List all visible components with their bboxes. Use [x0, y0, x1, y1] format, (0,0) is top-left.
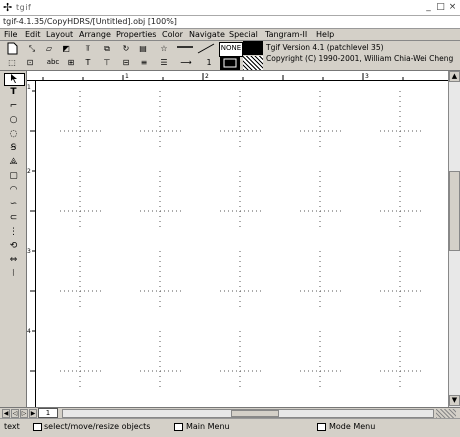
ruler-top: 1 2 3 — [27, 71, 448, 81]
polygon-tool-icon[interactable]: ⟁ — [4, 157, 23, 168]
left-mouse-message: select/move/resize objects — [44, 422, 151, 431]
toolbar: ⤡ ▱ ◩ ⫪ ⧉ ↻ ▤ ☆ NONE ⬚ ⊡ abc ⊞ T ⊤ ⊟ ≡ ☰… — [0, 41, 460, 71]
scroll-down-icon[interactable]: ▼ — [449, 395, 460, 406]
canvas-grid — [60, 91, 422, 391]
horizontal-scrollbar[interactable] — [62, 409, 434, 418]
menu-navigate[interactable]: Navigate — [189, 30, 225, 40]
rectangle-tool-icon[interactable]: ⌐ — [4, 101, 23, 112]
menu-layout[interactable]: Layout — [46, 30, 73, 40]
first-page-icon[interactable]: ◀ — [2, 409, 10, 418]
right-mouse-message: Mode Menu — [329, 422, 376, 431]
connect-icon[interactable]: ⤡ — [24, 42, 40, 55]
title-bar: ✢ tgif _ □ × — [0, 0, 460, 16]
dash-style-icon[interactable] — [176, 42, 194, 55]
text-size-icon[interactable]: ⊤ — [99, 56, 115, 69]
arc-tool-icon[interactable]: ◠ — [4, 185, 23, 196]
file-path: tgif-4.1.35/CopyHDRS/[Untitled].obj [100… — [0, 16, 460, 29]
round-rect-tool-icon[interactable]: ▢ — [4, 171, 23, 182]
menu-file[interactable]: File — [4, 30, 17, 40]
pen-none-selector[interactable]: NONE — [219, 42, 243, 57]
mode-indicator: text — [4, 422, 20, 431]
next-page-icon[interactable]: ▷ — [20, 409, 28, 418]
horizontal-scroll-thumb[interactable] — [231, 410, 279, 417]
menu-properties[interactable]: Properties — [116, 30, 156, 40]
arrow-style-icon[interactable]: ⟶ — [176, 56, 196, 69]
line-style-icon[interactable] — [197, 42, 215, 55]
ruler-left-label: 3 — [27, 248, 31, 255]
middle-mouse-message: Main Menu — [186, 422, 230, 431]
align-left-icon[interactable]: ⫪ — [80, 42, 96, 55]
mouse-middle-icon — [174, 423, 183, 431]
select-all-icon[interactable]: ⬚ — [4, 56, 20, 69]
justify-left-icon[interactable]: ≡ — [136, 56, 152, 69]
line-width-value[interactable]: 1 — [201, 56, 217, 69]
text-font-button[interactable]: abc — [42, 56, 64, 69]
fill-none-icon[interactable] — [220, 56, 240, 70]
vertical-scrollbar[interactable]: ▲ ▼ — [448, 71, 460, 407]
menu-help[interactable]: Help — [316, 30, 334, 40]
fill-pattern-icon[interactable]: ▤ — [135, 42, 151, 55]
ruler-left-label: 2 — [27, 168, 31, 175]
select-arrow-icon[interactable] — [4, 73, 25, 86]
minimize-button[interactable]: _ — [423, 2, 434, 13]
ruler-left: 1 2 3 4 — [27, 81, 36, 407]
text-style-icon[interactable]: ⊞ — [63, 56, 79, 69]
scroll-up-icon[interactable]: ▲ — [449, 71, 460, 82]
vertex-tool-icon[interactable]: ⋮ — [4, 227, 23, 238]
menu-tangram[interactable]: Tangram-II — [265, 30, 307, 40]
menu-arrange[interactable]: Arrange — [79, 30, 111, 40]
vspace-icon[interactable]: ⊟ — [118, 56, 134, 69]
oval-radius-tool-icon[interactable]: ◌ — [4, 129, 23, 140]
vertical-scroll-thumb[interactable] — [449, 171, 460, 251]
ruler-top-label: 1 — [125, 73, 129, 80]
page-tab[interactable]: 1 — [38, 408, 58, 418]
drawing-canvas[interactable] — [36, 81, 448, 407]
window-title: tgif — [16, 3, 32, 12]
oval-tool-icon[interactable]: ○ — [4, 115, 23, 126]
app-icon[interactable]: ✢ — [3, 1, 12, 14]
align-icon[interactable]: ⊡ — [22, 56, 38, 69]
text-tool-icon[interactable]: T — [4, 87, 23, 98]
version-message: Tgif Version 4.1 (patchlevel 35) — [266, 43, 384, 52]
bezier-tool-icon[interactable]: ⦚ — [4, 269, 23, 280]
new-file-icon[interactable] — [4, 42, 20, 55]
ruler-left-label: 1 — [27, 84, 31, 91]
bring-front-icon[interactable]: ⧉ — [99, 42, 115, 55]
prev-page-icon[interactable]: ◁ — [11, 409, 19, 418]
ruler-top-label: 3 — [365, 73, 369, 80]
status-bar: text select/move/resize objects Main Men… — [0, 418, 460, 437]
justify-center-icon[interactable]: ☰ — [156, 56, 172, 69]
menu-color[interactable]: Color — [162, 30, 183, 40]
ruler-left-label: 4 — [27, 328, 31, 335]
tool-palette: T ⌐ ○ ◌ Ꞩ ⟁ ▢ ◠ ∽ ⊂ ⋮ ⟲ ⇔ ⦚ — [0, 71, 27, 407]
text-justify-icon[interactable]: T — [80, 56, 96, 69]
copyright-message: Copyright (C) 1990-2001, William Chia-We… — [266, 54, 454, 63]
spline-tool-icon[interactable]: ∽ — [4, 199, 23, 210]
star-icon[interactable]: ☆ — [156, 42, 172, 55]
freehand-tool-icon[interactable]: ⊂ — [4, 213, 23, 224]
last-page-icon[interactable]: ▶ — [29, 409, 37, 418]
link-tool-icon[interactable]: ⇔ — [4, 255, 23, 266]
pattern-swatch[interactable] — [243, 56, 263, 70]
page-tab-row: ◀ ◁ ▷ ▶ 1 — [0, 407, 460, 418]
close-button[interactable]: × — [447, 2, 458, 13]
menu-edit[interactable]: Edit — [25, 30, 41, 40]
ruler-top-label: 2 — [205, 73, 209, 80]
menu-special[interactable]: Special — [229, 30, 258, 40]
open-file-icon[interactable]: ▱ — [41, 42, 57, 55]
rotate-tool-icon[interactable]: ⟲ — [4, 241, 23, 252]
layer-icon[interactable]: ◩ — [58, 42, 74, 55]
color-swatch[interactable] — [243, 41, 263, 55]
mouse-left-icon — [33, 423, 42, 431]
poly-tool-icon[interactable]: Ꞩ — [4, 143, 23, 154]
rotate-icon[interactable]: ↻ — [118, 42, 134, 55]
mouse-right-icon — [317, 423, 326, 431]
maximize-button[interactable]: □ — [435, 2, 446, 13]
size-grip-icon[interactable] — [436, 409, 456, 418]
menu-bar: File Edit Layout Arrange Properties Colo… — [0, 29, 460, 41]
